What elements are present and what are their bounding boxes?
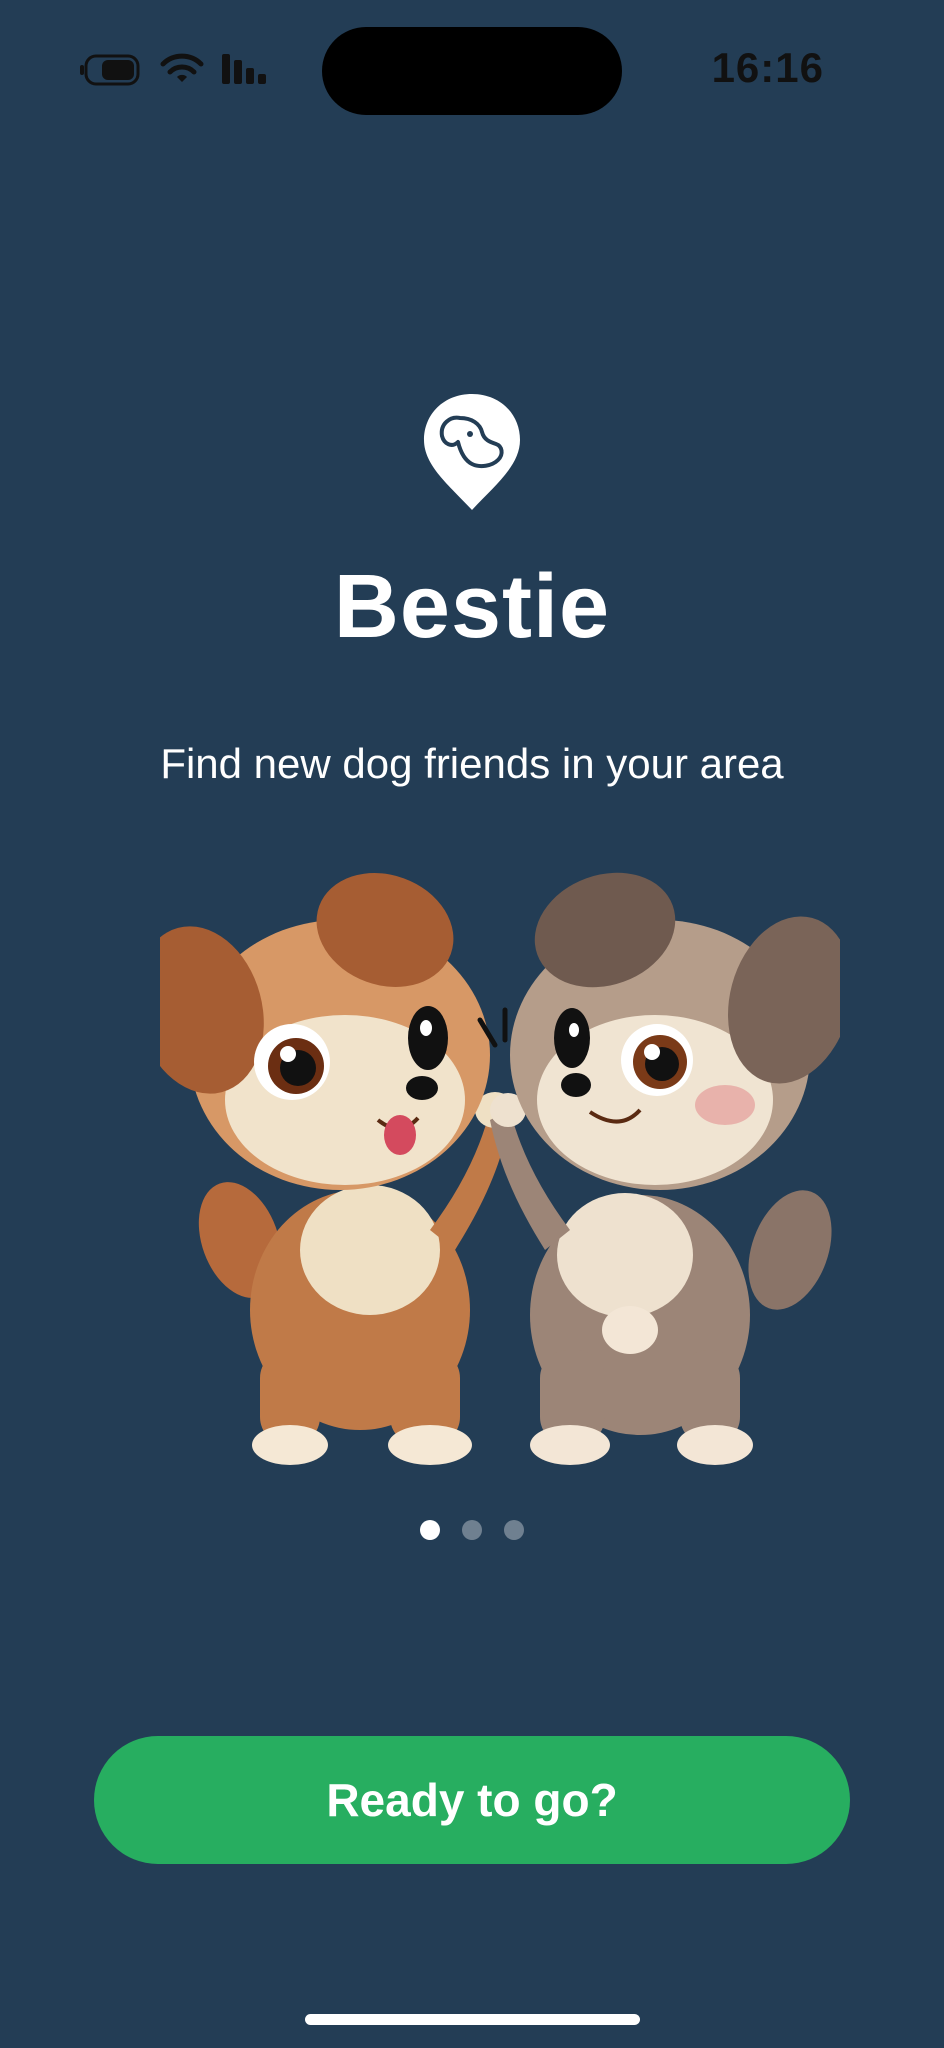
home-indicator[interactable] xyxy=(305,2014,640,2025)
page-dot-1[interactable] xyxy=(419,1520,440,1540)
left-puppy xyxy=(160,873,515,1465)
cellular-signal-icon xyxy=(222,54,266,84)
status-bar: 16:16 xyxy=(0,0,944,140)
tagline: Find new dog friends in your area xyxy=(160,740,784,787)
wifi-icon xyxy=(160,53,204,82)
page-indicator xyxy=(0,1520,944,1544)
onboarding-screen: 16:16 Bestie Find new dog friends in you… xyxy=(0,0,944,2048)
dynamic-island xyxy=(322,27,622,115)
puppies-illustration xyxy=(160,872,840,1465)
app-title: Bestie xyxy=(333,557,611,657)
right-puppy xyxy=(490,872,840,1465)
status-time: 16:16 xyxy=(711,44,824,91)
dog-location-pin-icon xyxy=(424,394,520,510)
battery-icon xyxy=(80,54,140,86)
page-dot-3[interactable] xyxy=(504,1520,525,1540)
page-dot-2[interactable] xyxy=(462,1520,482,1540)
ready-to-go-button[interactable]: Ready to go? xyxy=(94,1736,850,1864)
